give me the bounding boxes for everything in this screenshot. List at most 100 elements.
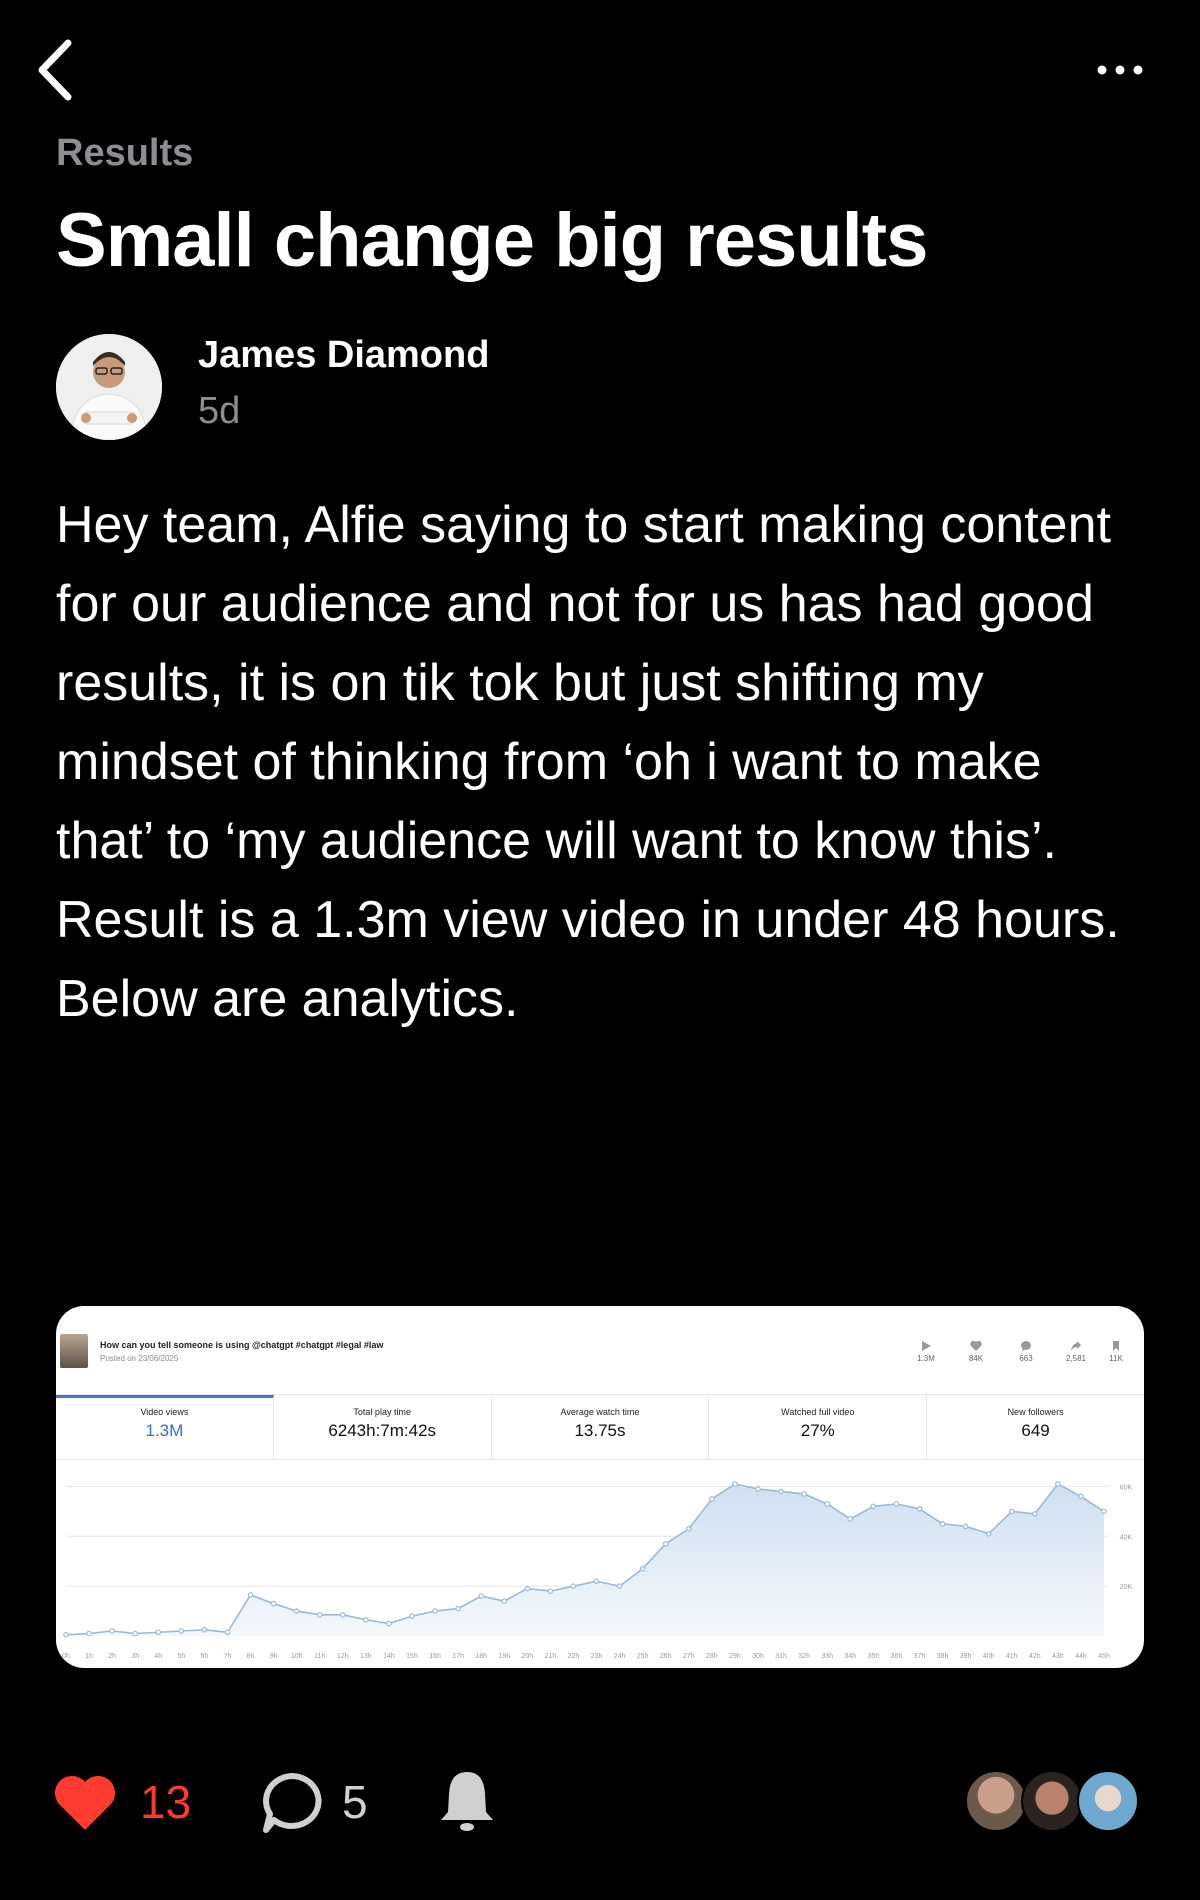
chart-x-tick-label: 11h: [314, 1653, 325, 1660]
chart-point: [1101, 1508, 1107, 1515]
chart-point: [201, 1626, 208, 1633]
chevron-left-icon: [38, 39, 72, 101]
tab-value: 13.75s: [574, 1421, 626, 1440]
chart-x-tick-label: 16h: [429, 1653, 441, 1660]
chart-x-tick-label: 41h: [1006, 1653, 1018, 1660]
chart-x-tick-label: 35h: [867, 1653, 879, 1660]
tab-total-play-time[interactable]: Total play time 6243h:7m:42s: [274, 1395, 492, 1459]
chart-point: [1078, 1493, 1084, 1500]
chart-point: [63, 1631, 69, 1638]
chart-x-tick-label: 38h: [937, 1653, 949, 1660]
chart-point: [662, 1540, 669, 1547]
chart-x-tick-label: 15h: [406, 1653, 418, 1660]
tab-label: Total play time: [353, 1407, 411, 1417]
more-options-button[interactable]: [1090, 55, 1150, 85]
chart-x-tick-label: 4h: [154, 1653, 162, 1660]
chart-point: [339, 1612, 346, 1618]
chart-x-tick-label: 18h: [475, 1653, 487, 1660]
post-body: Hey team, Alfie saying to start making c…: [56, 496, 1120, 1028]
notify-button[interactable]: [438, 1768, 496, 1834]
video-title: How can you tell someone is using @chatg…: [100, 1340, 384, 1350]
chart-point: [455, 1605, 461, 1612]
chart-point: [316, 1612, 323, 1618]
tab-new-followers[interactable]: New followers 649: [927, 1395, 1144, 1459]
chart-x-tick-label: 39h: [960, 1653, 972, 1660]
chart-x-tick-label: 36h: [891, 1653, 903, 1660]
chart-point: [132, 1630, 139, 1637]
stat-saves: 11K: [1096, 1340, 1136, 1363]
chart-point: [870, 1503, 877, 1510]
chart-x-tick-label: 28h: [706, 1653, 718, 1660]
chart-area: [66, 1484, 1104, 1636]
tab-video-views[interactable]: Video views 1.3M: [56, 1395, 274, 1459]
author-avatar[interactable]: [56, 334, 162, 440]
chart-x-tick-label: 34h: [844, 1653, 856, 1660]
chart-x-tick-label: 43h: [1052, 1653, 1064, 1660]
chart-point: [709, 1496, 715, 1502]
participant-avatar: [965, 1770, 1027, 1832]
tab-value: 6243h:7m:42s: [328, 1421, 437, 1440]
chart-point: [86, 1630, 92, 1637]
tab-watched-full-video[interactable]: Watched full video 27%: [709, 1395, 928, 1459]
stat-comments-value: 663: [1019, 1354, 1033, 1363]
tab-value: 27%: [800, 1421, 835, 1440]
chart-point: [109, 1628, 115, 1634]
video-posted-date: Posted on 23/06/2025: [100, 1354, 179, 1363]
like-button[interactable]: [52, 1772, 122, 1834]
participant-avatars[interactable]: [965, 1770, 1145, 1832]
chart-point: [893, 1501, 900, 1507]
chart-x-tick-label: 31h: [775, 1653, 787, 1660]
chart-x-tick-label: 27h: [683, 1653, 695, 1660]
chart-x-tick-label: 37h: [914, 1653, 926, 1660]
stat-saves-value: 11K: [1109, 1354, 1123, 1363]
chart-x-tick-label: 25h: [637, 1653, 649, 1660]
tab-average-watch-time[interactable]: Average watch time 13.75s: [492, 1395, 710, 1459]
stat-shares-value: 2,581: [1065, 1354, 1087, 1363]
comment-icon: [1021, 1341, 1031, 1351]
section-label[interactable]: Results: [56, 132, 193, 175]
author-name[interactable]: James Diamond: [198, 334, 489, 377]
stat-likes: 84K: [956, 1340, 996, 1363]
analytics-screenshot[interactable]: How can you tell someone is using @chatg…: [56, 1306, 1144, 1668]
chart-x-tick-label: 45h: [1098, 1653, 1110, 1660]
back-button[interactable]: [30, 35, 90, 105]
chart-x-tick-label: 9h: [270, 1653, 278, 1660]
comment-bubble-icon: [263, 1773, 322, 1833]
chart-point: [524, 1585, 531, 1592]
ellipsis-icon: [1097, 65, 1143, 75]
chart-x-tick-label: 1h: [85, 1653, 93, 1660]
chart-x-tick-label: 17h: [452, 1653, 464, 1660]
stat-views: 1.3M: [906, 1340, 946, 1363]
chart-x-tick-label: 42h: [1029, 1653, 1041, 1660]
chart-y-tick-label: 60K: [1120, 1484, 1133, 1491]
chart-point: [616, 1583, 623, 1589]
chart-point: [732, 1481, 738, 1487]
chart-point: [270, 1600, 277, 1607]
chart-x-tick-label: 2h: [108, 1653, 116, 1660]
chart-point: [1008, 1508, 1015, 1515]
participant-avatar: [1077, 1770, 1139, 1832]
share-icon: [1071, 1341, 1081, 1351]
chart-point: [962, 1523, 969, 1530]
bookmark-icon: [1113, 1341, 1119, 1351]
chart-x-tick-label: 29h: [729, 1653, 741, 1660]
comment-button[interactable]: [258, 1770, 326, 1836]
comment-count: 5: [342, 1776, 368, 1828]
chart-x-tick-label: 26h: [660, 1653, 672, 1660]
stat-likes-value: 84K: [968, 1354, 984, 1363]
metric-tabs: Video views 1.3M Total play time 6243h:7…: [56, 1394, 1144, 1460]
chart-point: [547, 1588, 554, 1594]
views-chart: 0h 1h 2h 3h 4h 5h 6h 7h 8h 9h 10h 11h 12h 13h 14h 15h 16…: [62, 1481, 1133, 1660]
participant-avatar: [1021, 1770, 1083, 1832]
chart-point: [293, 1608, 300, 1614]
tab-value: 1.3M: [145, 1421, 184, 1440]
tab-value: 649: [1021, 1421, 1050, 1440]
chart-x-tick-label: 33h: [821, 1653, 833, 1660]
chart-x-tick-label: 5h: [177, 1653, 185, 1660]
chart-point: [432, 1608, 438, 1614]
chart-point: [224, 1629, 231, 1636]
chart-point: [363, 1617, 369, 1623]
stat-views-value: 1.3M: [917, 1354, 935, 1363]
chart-x-tick-label: 19h: [498, 1653, 510, 1660]
chart-point: [685, 1526, 692, 1532]
